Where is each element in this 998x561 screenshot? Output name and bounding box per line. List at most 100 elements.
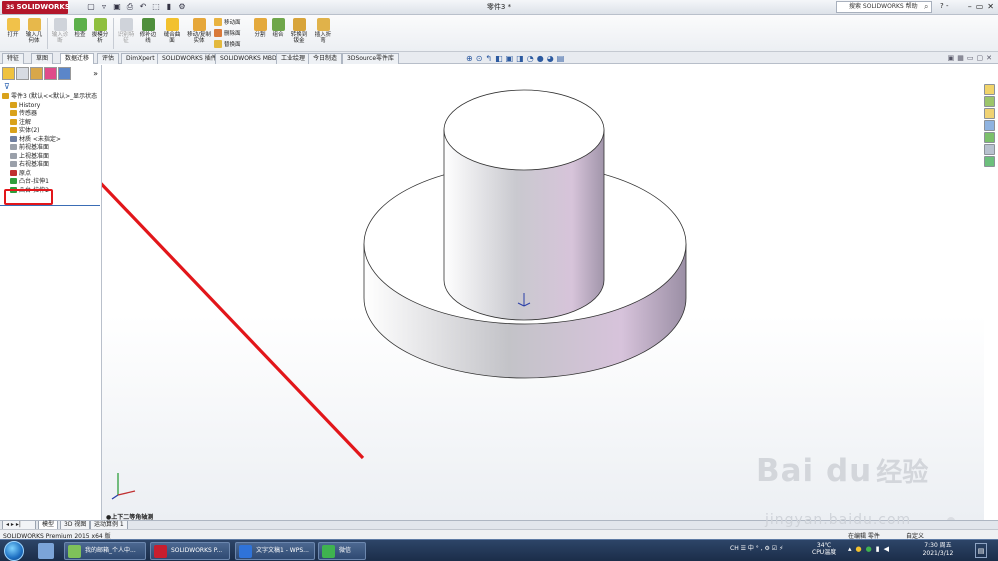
view-settings-icon[interactable]: ▤ — [557, 54, 565, 63]
scene-icon[interactable]: ◕ — [547, 54, 554, 63]
display-style-icon[interactable]: ◨ — [516, 54, 524, 63]
feature-tree: 零件3 (默认<<默认>_显示状态 History 传感器 注解 实体(2) 材质 <未指… — [2, 93, 101, 195]
tree-node[interactable]: 前视基准面 — [2, 144, 101, 153]
convert-sheet-metal-button[interactable]: 转换到钣金 — [289, 18, 309, 44]
split-view-icon[interactable]: ▦ — [957, 54, 964, 62]
tray-wechat-icon[interactable]: ● — [866, 545, 872, 553]
view-palette-icon[interactable] — [984, 120, 995, 131]
tray-app-icon[interactable]: ● — [856, 545, 862, 553]
search-icon[interactable]: ⌕ — [924, 2, 928, 12]
viewport-close-icon[interactable]: ✕ — [986, 54, 992, 62]
split-button[interactable]: 分割 — [250, 18, 270, 38]
check-icon — [73, 18, 87, 31]
open-button[interactable]: 打开 — [3, 18, 23, 38]
file-explorer-icon[interactable] — [984, 108, 995, 119]
wps-icon — [239, 545, 252, 558]
boss-cylinder-top[interactable] — [443, 89, 605, 171]
view-orientation-icon[interactable]: ▣ — [506, 54, 514, 63]
custom-properties-icon[interactable] — [984, 144, 995, 155]
tree-node[interactable]: 凸台-拉伸1 — [2, 178, 101, 187]
design-library-icon[interactable] — [984, 96, 995, 107]
tree-node[interactable]: 注解 — [2, 118, 101, 128]
display-manager-tab-icon[interactable] — [58, 67, 71, 80]
tab-evaluate[interactable]: 评估 — [97, 53, 120, 64]
tab-sketch[interactable]: 草图 — [31, 53, 54, 64]
import-diagnostics-button[interactable]: 输入诊断 — [50, 18, 70, 44]
tree-node[interactable]: 材质 <未指定> — [2, 135, 101, 145]
tree-node-icon — [10, 135, 17, 142]
restore-icon[interactable]: ▭ — [976, 2, 984, 11]
tree-node[interactable]: 传感器 — [2, 110, 101, 119]
minimize-icon[interactable]: – — [968, 2, 972, 11]
draft-analysis-button[interactable]: 拔模分析 — [90, 18, 110, 44]
hide-show-icon[interactable]: ◔ — [527, 54, 534, 63]
tree-node[interactable]: 实体(2) — [2, 127, 101, 136]
start-button[interactable] — [4, 541, 24, 561]
filter-icon[interactable]: ⊽ — [4, 82, 10, 91]
import-diagnostics-icon — [53, 18, 67, 31]
watermark-url: jingyan.baidu.com — [765, 512, 912, 528]
import-geometry-button[interactable]: 输入几何体 — [24, 18, 44, 44]
previous-view-icon[interactable]: ↰ — [485, 54, 492, 63]
property-manager-tab-icon[interactable] — [16, 67, 29, 80]
knit-surface-button[interactable]: 缝合曲面 — [162, 18, 182, 44]
zoom-area-icon[interactable]: ⊙ — [476, 54, 483, 63]
taskbar-item-mail[interactable]: 我的邮箱_个人中... — [64, 542, 146, 560]
forum-icon[interactable] — [984, 156, 995, 167]
show-desktop-icon[interactable]: ▤ — [975, 543, 987, 558]
appearance-icon[interactable]: ● — [537, 54, 544, 63]
resources-icon[interactable] — [984, 84, 995, 95]
dimxpert-manager-tab-icon[interactable] — [44, 67, 57, 80]
calculator-icon[interactable] — [38, 543, 54, 559]
tab-data-migration[interactable]: 数据迁移 — [60, 53, 95, 64]
replace-face-button[interactable]: 替换面 — [214, 40, 241, 48]
help-search-input[interactable]: 搜索 SOLIDWORKS 帮助 — [836, 1, 932, 13]
tab-today-manufacturing[interactable]: 今日制造 — [308, 53, 343, 64]
tab-industrial-design[interactable]: 工业绘理 — [276, 53, 311, 64]
help-menu[interactable]: ? - — [940, 2, 948, 10]
tree-node[interactable]: 零件3 (默认<<默认>_显示状态 — [2, 93, 101, 102]
repair-edges-button[interactable]: 修补边线 — [138, 18, 158, 44]
panel-collapse-icon[interactable]: » — [93, 69, 98, 78]
viewport-restore-icon[interactable]: ▢ — [977, 54, 984, 62]
section-view-icon[interactable]: ◧ — [495, 54, 503, 63]
tree-node-icon — [10, 152, 17, 159]
move-face-button[interactable]: 移动面 — [214, 18, 241, 26]
feature-recognition-button[interactable]: 识别特征 — [116, 18, 136, 44]
tray-arrow-icon[interactable]: ▴ — [848, 545, 852, 553]
combine-button[interactable]: 组合 — [268, 18, 288, 38]
rollback-bar[interactable] — [0, 205, 100, 206]
tree-node[interactable]: 原点 — [2, 169, 101, 179]
browser-icon — [68, 545, 81, 558]
close-icon[interactable]: ✕ — [987, 2, 994, 11]
tile-icon[interactable]: ▣ — [948, 54, 955, 62]
move-copy-body-button[interactable]: 移动/复制实体 — [186, 18, 212, 44]
taskbar-item-wechat[interactable]: 微信 — [318, 542, 366, 560]
clock[interactable]: 7:30 周五 2021/3/12 — [918, 542, 958, 558]
tree-node[interactable]: History — [2, 101, 101, 111]
tree-node-icon — [10, 178, 17, 184]
appearances-icon[interactable] — [984, 132, 995, 143]
cpu-temperature: 34℃ CPU温度 — [812, 542, 837, 556]
taskbar-item-solidworks[interactable]: SOLIDWORKS P... — [150, 542, 230, 560]
viewport-minimize-icon[interactable]: ▭ — [967, 54, 974, 62]
zoom-to-fit-icon[interactable]: ⊕ — [466, 54, 473, 63]
tree-node[interactable]: 右视基准面 — [2, 161, 101, 170]
network-icon[interactable]: ▮ — [876, 545, 880, 553]
tab-solidworks-mbd[interactable]: SOLIDWORKS MBD — [215, 53, 282, 64]
tab-dimxpert[interactable]: DimXpert — [121, 53, 160, 64]
task-pane — [984, 84, 996, 167]
taskbar-item-wps[interactable]: 文字文稿1 - WPS... — [235, 542, 315, 560]
tab-features[interactable]: 特征 — [2, 53, 25, 64]
tree-node[interactable]: 上视基准面 — [2, 152, 101, 162]
insert-bends-button[interactable]: 插入折弯 — [313, 18, 333, 44]
check-button[interactable]: 检查 — [70, 18, 90, 38]
delete-face-button[interactable]: 删除面 — [214, 29, 241, 37]
system-tray[interactable]: CH ☰ 中 ° , ⚙ ☑ ⚡ — [730, 543, 783, 552]
tray-icons: ▴ ● ● ▮ ◀ — [848, 545, 889, 553]
feature-manager-tab-icon[interactable] — [2, 67, 15, 80]
tab-solidworks-addins[interactable]: SOLIDWORKS 插件 — [157, 53, 222, 64]
volume-icon[interactable]: ◀ — [884, 545, 889, 553]
tab-3dsource-library[interactable]: 3DSource零件库 — [342, 53, 400, 64]
configuration-manager-tab-icon[interactable] — [30, 67, 43, 80]
